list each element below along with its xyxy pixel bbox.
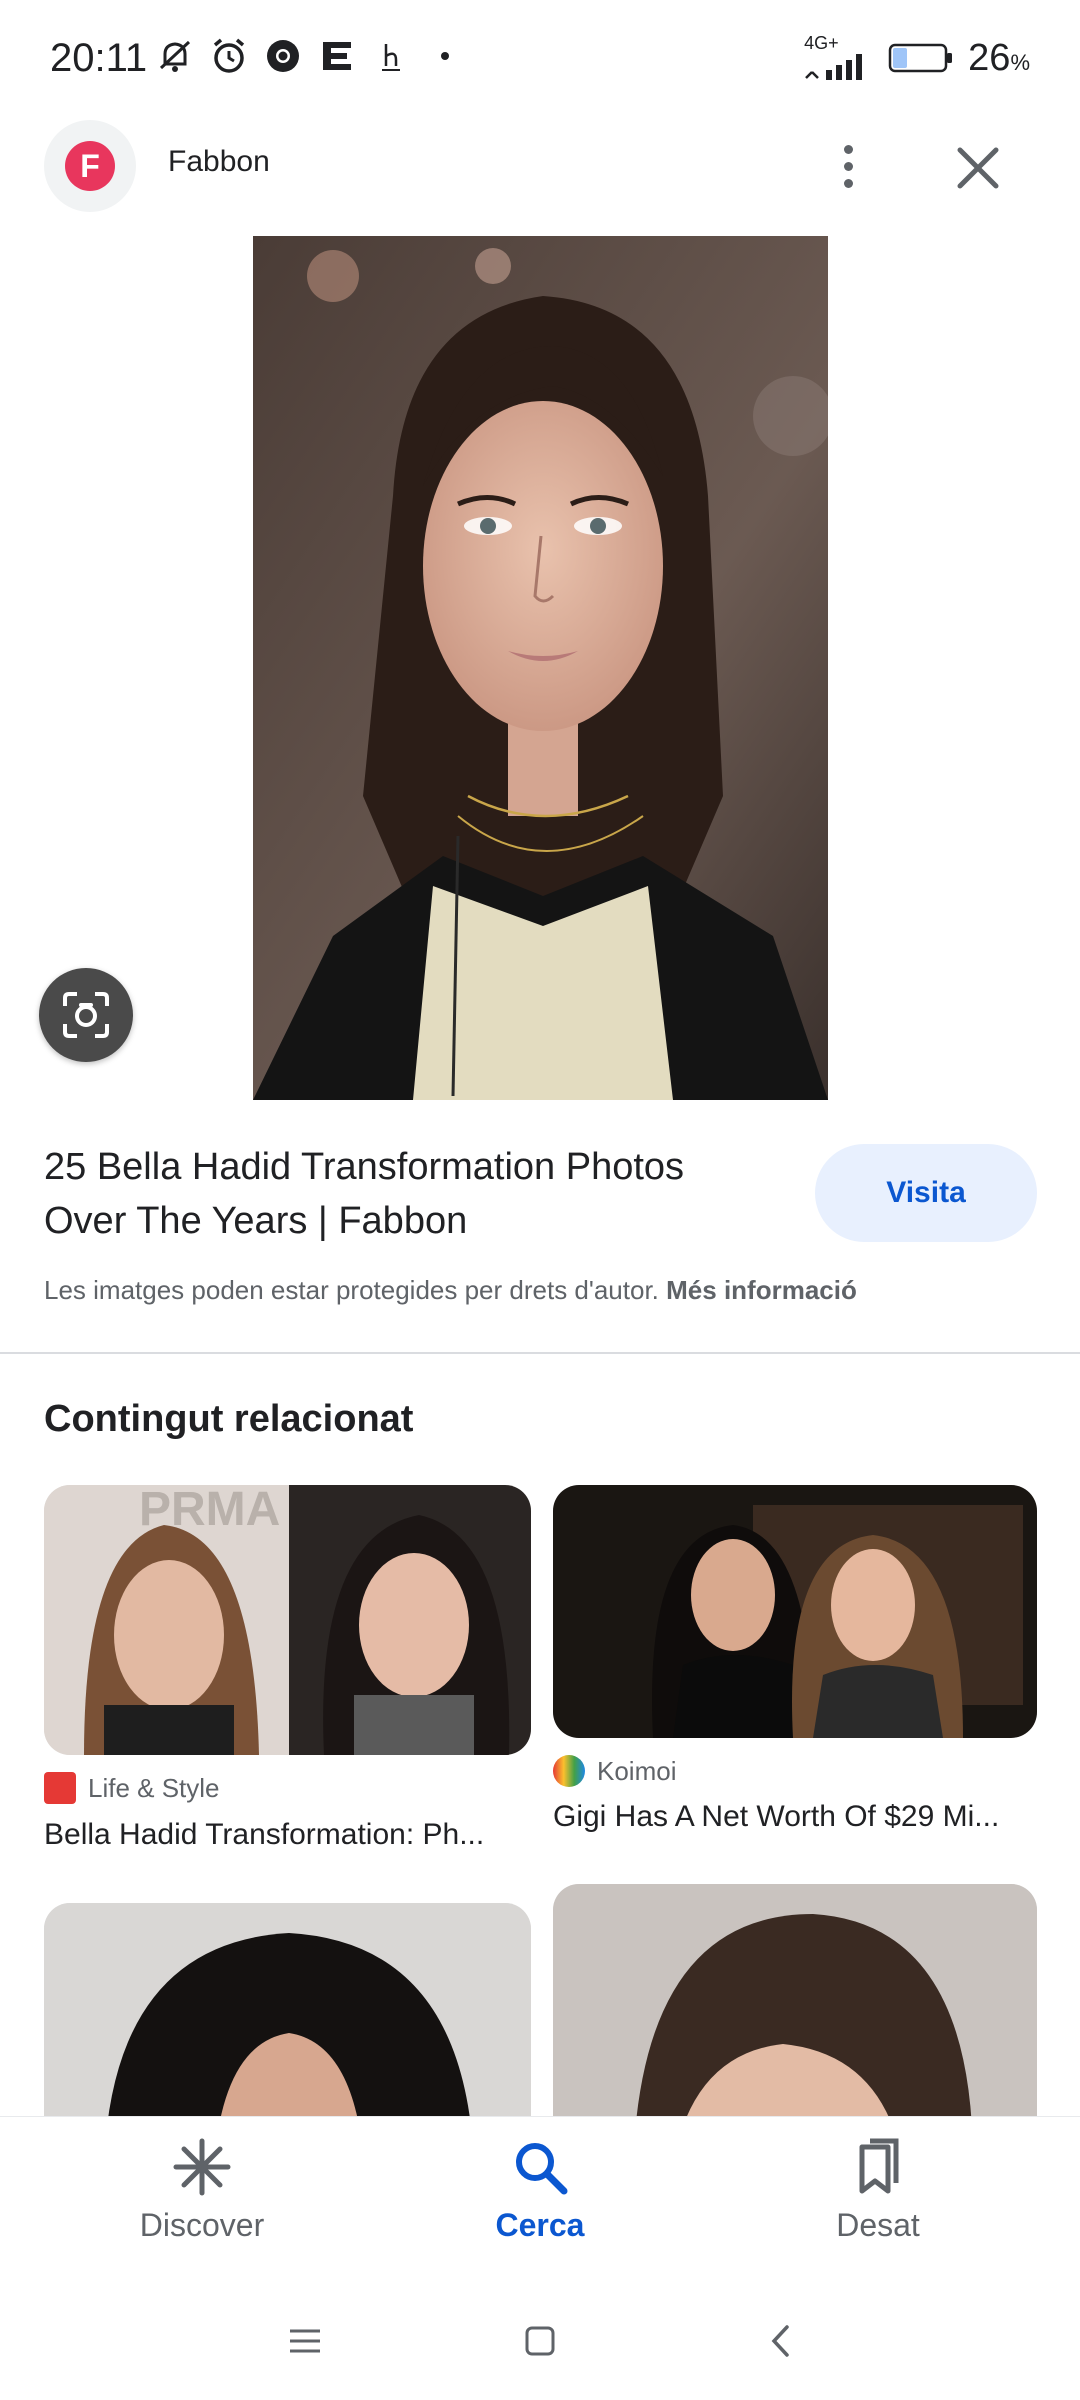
life-style-favicon-icon [44, 1772, 76, 1804]
result-title[interactable]: 25 Bella Hadid Transformation Photos Ove… [44, 1140, 764, 1248]
news-e-icon [317, 36, 357, 76]
close-icon [957, 147, 999, 189]
source-name: Life & Style [88, 1772, 220, 1803]
related-card-source: Koimoi [553, 1755, 676, 1787]
signal-icon [805, 54, 863, 80]
related-heading: Contingut relacionat [44, 1398, 414, 1440]
close-button[interactable] [945, 135, 1011, 201]
more-vert-icon [843, 144, 853, 154]
site-name[interactable]: Fabbon [168, 145, 270, 179]
back-chevron-icon [771, 2325, 789, 2357]
battery-percent: 26% [968, 37, 1030, 80]
search-icon [516, 2143, 568, 2195]
chrome-icon [263, 36, 303, 76]
divider [0, 1352, 1080, 1354]
signal-group: 4G+ [804, 34, 874, 82]
site-initial: F [65, 141, 115, 191]
koimoi-favicon-icon [553, 1755, 585, 1787]
nav-saved[interactable]: Desat [778, 2137, 978, 2244]
battery-icon [888, 43, 953, 73]
home-button[interactable] [515, 2316, 565, 2366]
lens-search-button[interactable] [39, 968, 133, 1062]
related-card-title[interactable]: Gigi Has A Net Worth Of $29 Mi... [553, 1800, 999, 1834]
system-navigation [0, 2286, 1080, 2400]
site-favicon[interactable]: F [44, 120, 136, 212]
status-time: 20:11 [50, 36, 148, 80]
source-name: Koimoi [597, 1755, 677, 1786]
bookmarks-icon [859, 2138, 899, 2194]
visit-button[interactable]: Visita [815, 1144, 1037, 1242]
related-card-title[interactable]: Bella Hadid Transformation: Ph... [44, 1818, 484, 1852]
copyright-notice: Les imatges poden estar protegides per d… [44, 1275, 857, 1306]
alarm-icon [209, 36, 249, 76]
battery-unit: % [1010, 49, 1030, 75]
more-notifications-dot-icon [425, 36, 465, 76]
app-b-icon [371, 36, 411, 76]
status-bar: 20:11 4G+ 26% [0, 0, 1080, 110]
status-right: 4G+ 26% [804, 34, 1030, 82]
nav-label: Discover [139, 2207, 265, 2243]
nav-discover[interactable]: Discover [102, 2137, 302, 2244]
menu-icon [290, 2329, 320, 2353]
more-options-button[interactable] [820, 133, 876, 199]
lens-icon [63, 992, 109, 1038]
battery-value: 26 [968, 36, 1011, 79]
status-notification-icons [155, 36, 465, 76]
home-square-icon [525, 2326, 555, 2356]
result-header: F Fabbon [0, 115, 1080, 215]
asterisk-icon [173, 2138, 231, 2196]
related-card-image[interactable] [553, 1485, 1037, 1738]
page: 20:11 4G+ 26% F Fabbon 25 Bella Hadid Tr… [0, 0, 1080, 2400]
nav-label: Desat [836, 2207, 920, 2243]
result-image[interactable] [253, 236, 828, 1100]
related-card-image[interactable]: PRMA [44, 1485, 531, 1755]
muted-bell-icon [155, 36, 195, 76]
more-vert-icon-dot [843, 178, 853, 188]
related-card-source: Life & Style [44, 1772, 220, 1804]
copyright-text: Les imatges poden estar protegides per d… [44, 1275, 659, 1305]
more-info-link[interactable]: Més informació [666, 1275, 857, 1305]
bottom-navigation: Discover Cerca Desat [0, 2116, 1080, 2286]
more-vert-icon-dot [843, 161, 853, 171]
nav-label: Cerca [495, 2207, 585, 2243]
recent-apps-button[interactable] [280, 2316, 330, 2366]
nav-search[interactable]: Cerca [440, 2137, 640, 2244]
network-type: 4G+ [804, 33, 839, 53]
back-button[interactable] [755, 2316, 805, 2366]
